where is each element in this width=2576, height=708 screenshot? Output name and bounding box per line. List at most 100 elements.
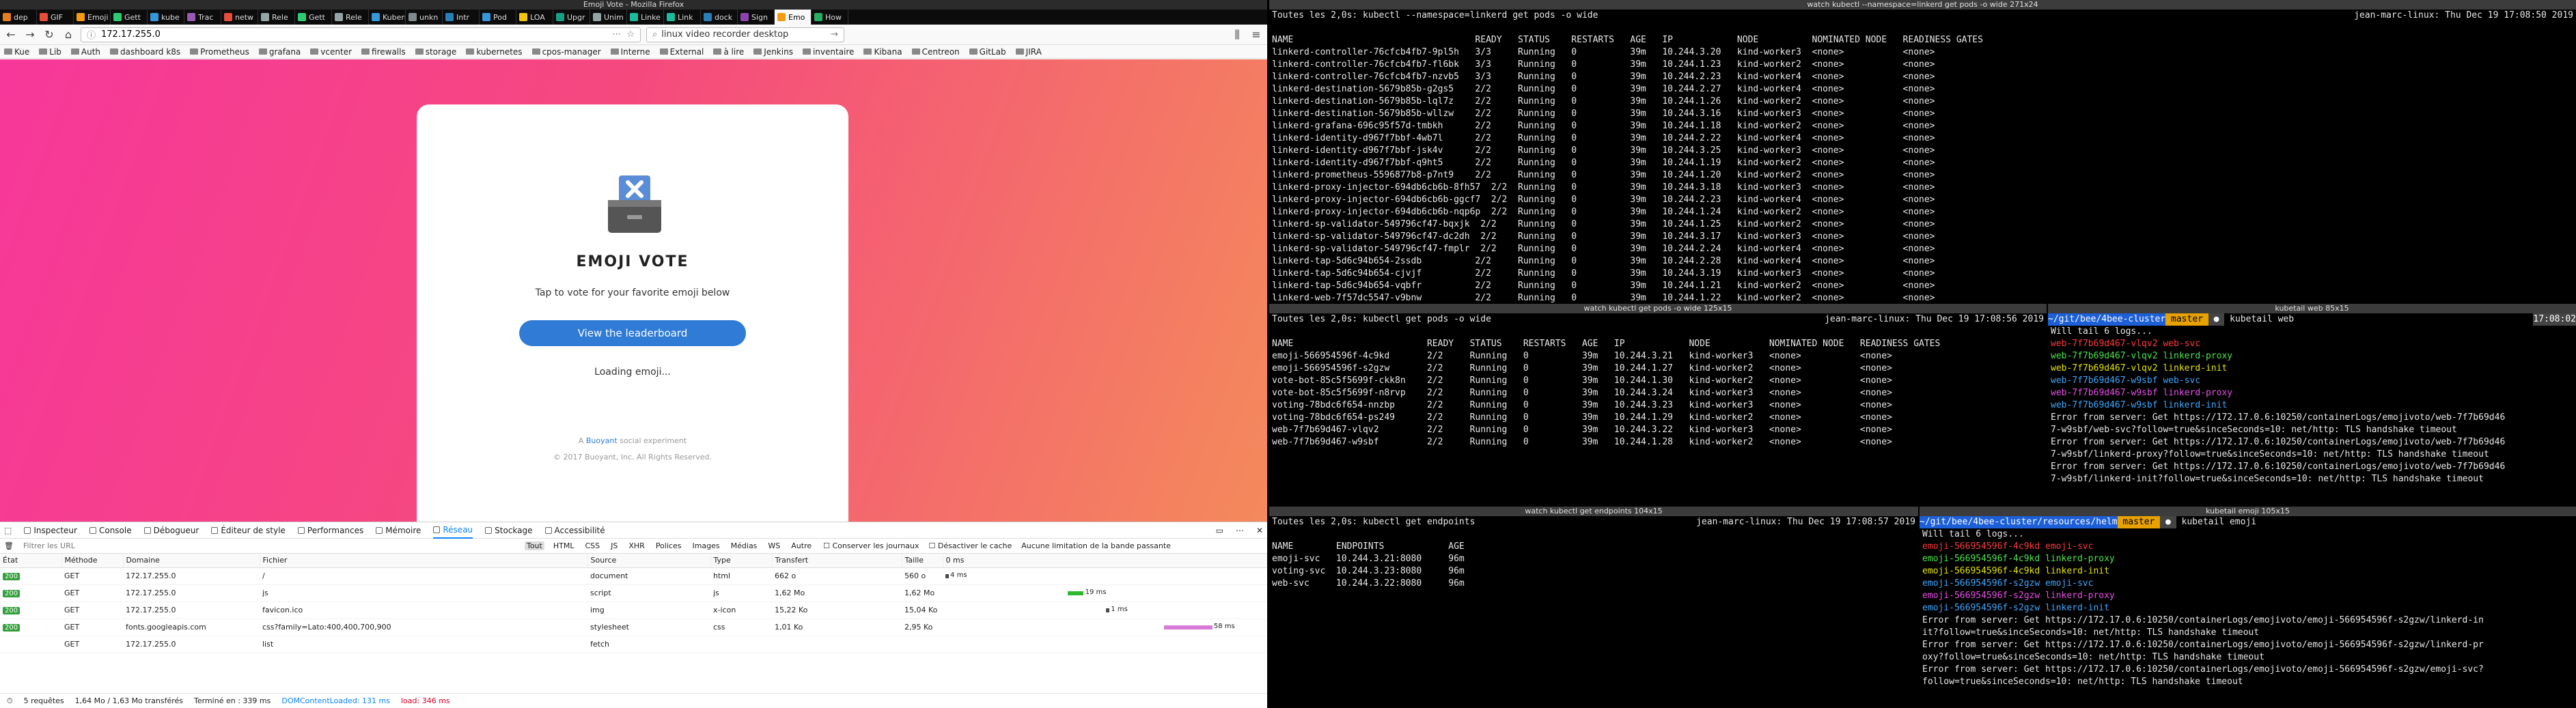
- browser-tab[interactable]: Linke: [627, 10, 664, 25]
- close-devtools-icon[interactable]: ✕: [1256, 526, 1263, 535]
- devtools-tab[interactable]: Inspecteur: [24, 526, 77, 535]
- request-row[interactable]: 200 GET 172.17.255.0/document html 662 o 560 …: [0, 567, 1267, 585]
- view-leaderboard-button[interactable]: View the leaderboard: [519, 320, 746, 346]
- bookmark-item[interactable]: cpos-manager: [531, 47, 601, 57]
- browser-tab[interactable]: Emo: [775, 10, 812, 25]
- column-header[interactable]: Source: [587, 554, 711, 568]
- browser-tab[interactable]: kube: [148, 10, 184, 25]
- bookmark-item[interactable]: inventaire: [802, 47, 854, 57]
- devtools-tab[interactable]: Performances: [297, 526, 363, 535]
- column-header[interactable]: Transfert: [772, 554, 902, 568]
- bookmark-item[interactable]: storage: [415, 47, 456, 57]
- reload-icon[interactable]: ↻: [42, 28, 56, 41]
- search-bar[interactable]: ⌕ linux video recorder desktop →: [646, 27, 844, 42]
- devtools-tab[interactable]: Réseau: [433, 522, 473, 539]
- request-row[interactable]: 200 GET fonts.googleapis.com css?family=Lat…: [0, 619, 1267, 636]
- bookmark-item[interactable]: Kue: [4, 47, 29, 57]
- home-icon[interactable]: ⌂: [61, 28, 75, 41]
- bookmark-item[interactable]: Kibana: [863, 47, 902, 57]
- browser-tab[interactable]: Intr: [443, 10, 480, 25]
- type-filter-button[interactable]: Images: [690, 541, 721, 550]
- info-icon[interactable]: ⓘ: [87, 28, 96, 41]
- search-value[interactable]: linux video recorder desktop: [661, 29, 788, 40]
- dock-icon[interactable]: ▭: [1216, 526, 1223, 535]
- menu-icon[interactable]: ≡: [1249, 28, 1263, 41]
- disable-cache-checkbox[interactable]: ☐ Désactiver le cache: [929, 541, 1012, 550]
- terminal-kubetail-web[interactable]: kubetail web 85x15 ~/git/bee/4bee-cluste…: [2048, 304, 2576, 505]
- column-header[interactable]: Méthode: [61, 554, 124, 568]
- request-row[interactable]: GET 172.17.255.0 list fetch: [0, 636, 1267, 653]
- bookmark-item[interactable]: JIRA: [1015, 47, 1042, 57]
- bookmark-item[interactable]: firewalls: [361, 47, 406, 57]
- bookmark-item[interactable]: Jenkins: [753, 47, 793, 57]
- bookmark-item[interactable]: Auth: [70, 47, 100, 57]
- type-filter-button[interactable]: CSS: [583, 541, 602, 550]
- browser-tab[interactable]: Gett: [111, 10, 148, 25]
- column-header[interactable]: État: [0, 554, 62, 568]
- type-filter-button[interactable]: Autre: [789, 541, 814, 550]
- page-actions-icon[interactable]: ⋯: [612, 29, 621, 40]
- column-header[interactable]: Fichier: [260, 554, 588, 568]
- bookmark-item[interactable]: à lire: [713, 47, 744, 57]
- bookmark-item[interactable]: kubernetes: [466, 47, 523, 57]
- more-options-icon[interactable]: ⋯: [1236, 526, 1244, 535]
- type-filter-button[interactable]: Médias: [729, 541, 760, 550]
- request-row[interactable]: 200 GET 172.17.255.0 favicon.ico img x-icon 15…: [0, 601, 1267, 619]
- browser-tab[interactable]: Gett: [295, 10, 332, 25]
- browser-tab[interactable]: Unim: [590, 10, 627, 25]
- browser-tab[interactable]: Emoji: [74, 10, 111, 25]
- column-header[interactable]: 0 ms: [943, 554, 1267, 568]
- devtools-tab[interactable]: Mémoire: [376, 526, 421, 535]
- clear-requests-icon[interactable]: 🗑: [4, 541, 14, 550]
- terminal-linkerd-pods[interactable]: watch kubectl --namespace=linkerd get po…: [1269, 0, 2576, 302]
- type-filter-button[interactable]: XHR: [626, 541, 646, 550]
- column-header[interactable]: Type: [710, 554, 773, 568]
- browser-tab[interactable]: Rele: [332, 10, 369, 25]
- throttle-select[interactable]: Aucune limitation de la bande passante: [1021, 541, 1171, 550]
- element-picker-icon[interactable]: ⬚: [4, 526, 12, 535]
- bookmark-item[interactable]: Prometheus: [190, 47, 249, 57]
- bookmark-item[interactable]: External: [659, 47, 704, 57]
- type-filter-button[interactable]: WS: [766, 541, 782, 550]
- bookmark-item[interactable]: Lib: [39, 47, 61, 57]
- column-header[interactable]: Taille: [902, 554, 943, 568]
- devtools-tab[interactable]: Accessibilité: [544, 526, 605, 535]
- devtools-tab[interactable]: Éditeur de style: [211, 526, 286, 535]
- browser-tab[interactable]: Kubern: [369, 10, 406, 25]
- bookmark-item[interactable]: GitLab: [969, 47, 1006, 57]
- browser-tab[interactable]: Upgr: [553, 10, 590, 25]
- column-header[interactable]: Domaine: [123, 554, 260, 568]
- browser-tab[interactable]: Link: [664, 10, 701, 25]
- type-filter-button[interactable]: Polices: [654, 541, 684, 550]
- bookmark-item[interactable]: Interne: [610, 47, 650, 57]
- terminal-kubetail-emoji[interactable]: kubetail emoji 105x15 ~/git/bee/4bee-clu…: [1920, 507, 2576, 708]
- request-row[interactable]: 200 GET 172.17.255.0 js script js 1,62 Mo 1,62 …: [0, 584, 1267, 602]
- browser-tab[interactable]: unkn: [406, 10, 443, 25]
- browser-tab[interactable]: How: [812, 10, 848, 25]
- type-filter-button[interactable]: HTML: [551, 541, 577, 550]
- type-filter-button[interactable]: JS: [609, 541, 620, 550]
- terminal-endpoints[interactable]: watch kubectl get endpoints 104x15 Toute…: [1269, 507, 1918, 708]
- back-icon[interactable]: ←: [4, 28, 18, 41]
- bookmark-item[interactable]: grafana: [258, 47, 301, 57]
- devtools-tab[interactable]: Stockage: [485, 526, 533, 535]
- bookmark-item[interactable]: Centreon: [911, 47, 960, 57]
- bookmark-item[interactable]: vcenter: [310, 47, 352, 57]
- terminal-pods[interactable]: watch kubectl get pods -o wide 125x15 To…: [1269, 304, 2047, 505]
- browser-tab[interactable]: GIF: [37, 10, 74, 25]
- forward-icon[interactable]: →: [23, 28, 37, 41]
- browser-tab[interactable]: Trac: [184, 10, 221, 25]
- persist-logs-checkbox[interactable]: ☐ Conserver les journaux: [823, 541, 919, 550]
- bookmark-star-icon[interactable]: ☆: [626, 29, 635, 40]
- browser-tab[interactable]: Sign: [738, 10, 775, 25]
- browser-tab[interactable]: dep: [0, 10, 37, 25]
- devtools-tab[interactable]: Débogueur: [143, 526, 199, 535]
- browser-tab[interactable]: dock: [701, 10, 738, 25]
- devtools-tab[interactable]: Console: [89, 526, 132, 535]
- browser-tab[interactable]: LOA: [516, 10, 553, 25]
- url-text[interactable]: 172.17.255.0: [101, 29, 161, 40]
- type-filter-button[interactable]: Tout: [524, 541, 544, 550]
- search-go-icon[interactable]: →: [831, 29, 838, 40]
- bookmark-item[interactable]: dashboard k8s: [110, 47, 180, 57]
- browser-tab[interactable]: Pod: [480, 10, 516, 25]
